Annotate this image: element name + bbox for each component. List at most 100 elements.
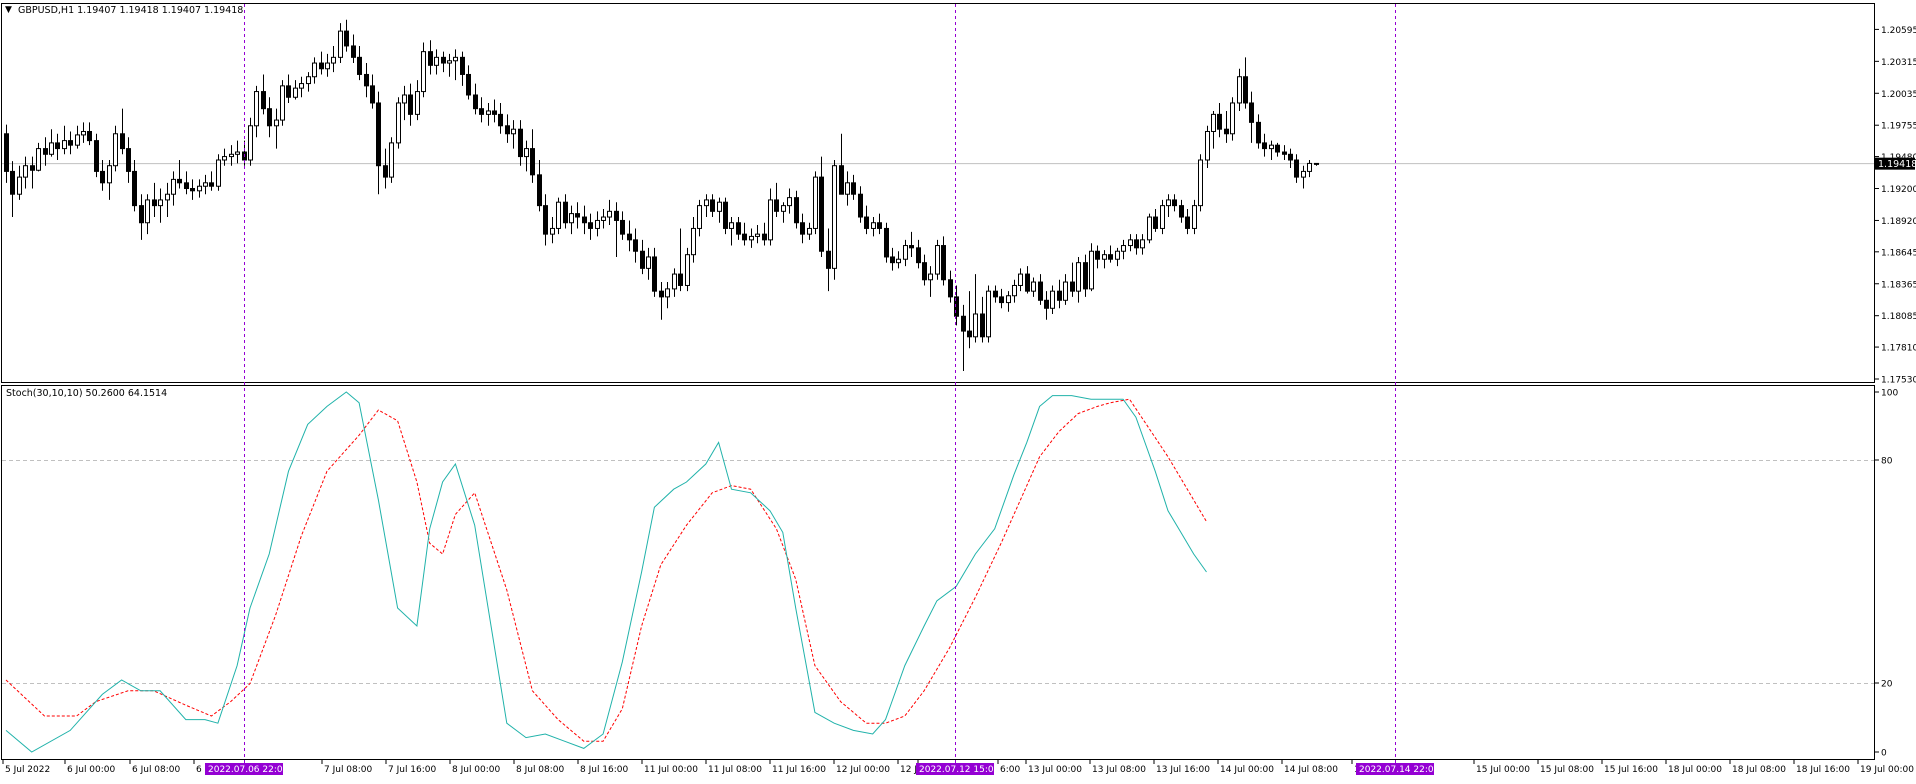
candle-body bbox=[473, 94, 478, 110]
candle-body bbox=[17, 176, 22, 195]
candle-body bbox=[1006, 295, 1011, 304]
candle-body bbox=[877, 222, 882, 229]
candle-body bbox=[229, 153, 234, 158]
candle-body bbox=[505, 125, 510, 135]
time-tick-label: 15 Jul 16:00 bbox=[1604, 765, 1658, 775]
candle-body bbox=[627, 233, 632, 241]
collapse-arrow-icon[interactable]: ▼ bbox=[5, 5, 12, 15]
candle-body bbox=[75, 134, 80, 146]
main-chart-header: GBPUSD,H1 1.19407 1.19418 1.19407 1.1941… bbox=[18, 5, 243, 16]
candle-body bbox=[1140, 239, 1145, 249]
candle-body bbox=[941, 245, 946, 281]
candle-body bbox=[1038, 281, 1043, 301]
candle-body bbox=[755, 233, 760, 237]
candle-body bbox=[678, 273, 683, 286]
candle-body bbox=[672, 273, 677, 290]
candle-body bbox=[839, 165, 844, 195]
candle-body bbox=[858, 193, 863, 218]
chart-canvas[interactable]: ▼ GBPUSD,H1 1.19407 1.19418 1.19407 1.19… bbox=[0, 0, 1916, 780]
candle-body bbox=[569, 213, 574, 224]
candle-body bbox=[768, 199, 773, 241]
candle-body bbox=[742, 233, 747, 241]
candle-body bbox=[1153, 216, 1158, 229]
candle-body bbox=[383, 165, 388, 178]
candle-body bbox=[10, 170, 15, 195]
candle-body bbox=[781, 205, 786, 212]
candle-body bbox=[441, 56, 446, 64]
candle-body bbox=[498, 113, 503, 127]
candle-body bbox=[909, 245, 914, 249]
candle-body bbox=[36, 148, 41, 171]
chart-background bbox=[0, 0, 1916, 780]
vline-time-label: 2022.07.14 22:00 bbox=[1359, 765, 1440, 775]
candle-body bbox=[595, 219, 600, 229]
price-tick-label: 1.20035 bbox=[1881, 90, 1916, 100]
candle-body bbox=[640, 250, 645, 269]
candle-body bbox=[697, 205, 702, 229]
price-tick-label: 1.18920 bbox=[1881, 217, 1916, 227]
time-tick-label: 8 Jul 00:00 bbox=[452, 765, 501, 775]
candle-body bbox=[184, 182, 189, 190]
vline-time-tag: 2022.07.12 15:00 bbox=[916, 763, 1000, 775]
candle-body bbox=[177, 178, 182, 184]
candle-body bbox=[530, 148, 535, 176]
candle-body bbox=[216, 159, 221, 187]
candle-body bbox=[1108, 254, 1113, 260]
level-label: 0 bbox=[1881, 749, 1887, 759]
candle bbox=[813, 171, 818, 235]
candle-body bbox=[370, 85, 375, 104]
candle-body bbox=[903, 245, 908, 260]
candle-body bbox=[575, 213, 580, 218]
candle-body bbox=[1012, 284, 1017, 297]
candle-body bbox=[1057, 290, 1062, 301]
level-label: 20 bbox=[1881, 680, 1893, 690]
candle-body bbox=[453, 56, 458, 62]
candle-body bbox=[286, 85, 291, 98]
candle-body bbox=[139, 205, 144, 224]
candle-body bbox=[1089, 250, 1094, 290]
candle-body bbox=[261, 91, 266, 110]
level-label: 80 bbox=[1881, 457, 1893, 467]
candle-body bbox=[1243, 76, 1248, 104]
candle-body bbox=[428, 51, 433, 66]
candle-body bbox=[999, 296, 1004, 304]
current-price-tag: 1.19418 bbox=[1875, 157, 1916, 170]
candle-body bbox=[845, 182, 850, 195]
price-tick-label: 1.19200 bbox=[1881, 185, 1916, 195]
candle-body bbox=[511, 128, 516, 135]
time-tick-label: 6 Jul 08:00 bbox=[132, 765, 181, 775]
candle-body bbox=[607, 210, 612, 218]
candle bbox=[216, 154, 221, 191]
candle-body bbox=[331, 56, 336, 64]
candle-body bbox=[222, 156, 227, 161]
candle-body bbox=[819, 176, 824, 252]
candle-body bbox=[158, 199, 163, 207]
candle bbox=[1198, 154, 1203, 212]
candle-body bbox=[794, 197, 799, 224]
candle-body bbox=[1262, 142, 1267, 150]
candle-body bbox=[389, 142, 394, 178]
candle-body bbox=[1172, 199, 1177, 207]
candle-body bbox=[171, 178, 176, 195]
candle-body bbox=[717, 201, 722, 212]
candle-body bbox=[1211, 113, 1216, 132]
candle-body bbox=[614, 210, 619, 221]
candle-body bbox=[851, 182, 856, 195]
candle-body bbox=[1031, 281, 1036, 292]
time-tick-label: 6 bbox=[196, 765, 202, 775]
candle-body bbox=[486, 110, 491, 115]
candle-body bbox=[710, 199, 715, 212]
candle-body bbox=[832, 165, 837, 269]
candle-body bbox=[280, 85, 285, 121]
candle-body bbox=[351, 45, 356, 58]
candle-body bbox=[306, 76, 311, 85]
candle-body bbox=[1147, 216, 1152, 241]
candle-body bbox=[1160, 205, 1165, 229]
candle-body bbox=[813, 176, 818, 229]
candle-body bbox=[807, 227, 812, 235]
time-tick-label: 13 Jul 16:00 bbox=[1156, 765, 1210, 775]
candle-body bbox=[1134, 239, 1139, 249]
candle-body bbox=[23, 165, 28, 178]
time-tick-label: 6 Jul 00:00 bbox=[67, 765, 116, 775]
candle-body bbox=[338, 30, 343, 58]
